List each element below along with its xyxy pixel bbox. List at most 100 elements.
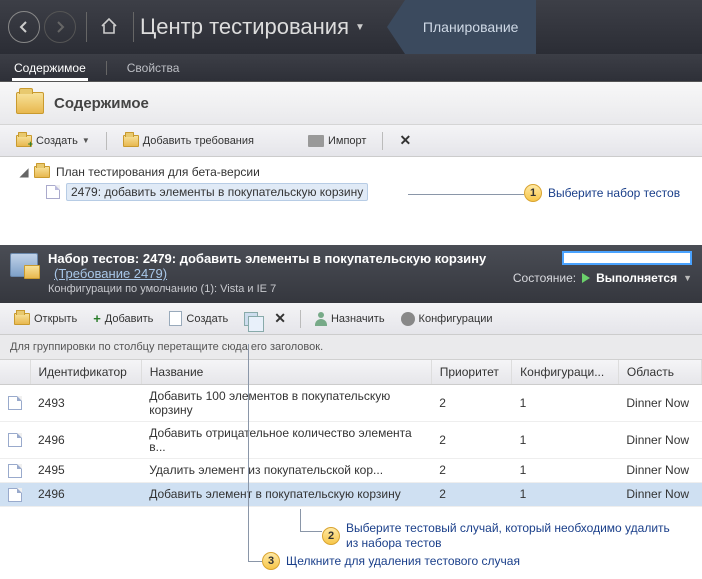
table-row[interactable]: 2496 Добавить отрицательное количество э… xyxy=(0,422,702,459)
suite-icon xyxy=(10,253,38,277)
callout-1: 1 Выберите набор тестов xyxy=(524,184,680,202)
divider xyxy=(86,12,87,42)
cell-id: 2496 xyxy=(30,482,141,506)
subtab-properties[interactable]: Свойства xyxy=(125,55,182,81)
subtab-contents[interactable]: Содержимое xyxy=(12,55,88,81)
test-case-icon xyxy=(8,433,22,447)
cell-area: Dinner Now xyxy=(618,482,701,506)
col-name[interactable]: Название xyxy=(141,360,431,385)
cell-config: 1 xyxy=(512,459,619,483)
col-icon[interactable] xyxy=(0,360,30,385)
cell-area: Dinner Now xyxy=(618,422,701,459)
suite-title: Набор тестов: 2479: добавить элементы в … xyxy=(48,251,503,281)
folder-icon xyxy=(16,92,44,114)
dropdown-icon: ▼ xyxy=(355,22,365,33)
add-requirement-button[interactable]: Добавить требования xyxy=(117,132,260,150)
subtab-properties-label: Свойства xyxy=(127,61,180,75)
assign-label: Назначить xyxy=(331,313,385,325)
import-button[interactable]: Импорт xyxy=(302,132,372,150)
folder-plus-icon xyxy=(16,135,32,147)
cell-name: Добавить отрицательное количество элемен… xyxy=(141,422,431,459)
cell-priority: 2 xyxy=(431,385,511,422)
callout-line xyxy=(408,194,524,195)
callout-2-text: Выберите тестовый случай, который необхо… xyxy=(346,521,676,551)
expander-icon[interactable]: ◢ xyxy=(18,165,30,179)
home-icon[interactable] xyxy=(99,16,119,39)
cell-id: 2495 xyxy=(30,459,141,483)
delete-button[interactable]: ✕ xyxy=(393,129,417,152)
callout-3-text: Щелкните для удаления тестового случая xyxy=(286,554,520,568)
book-icon xyxy=(308,135,324,147)
cell-config: 1 xyxy=(512,385,619,422)
nav-back-button[interactable] xyxy=(8,11,40,43)
callout-3: 3 Щелкните для удаления тестового случая xyxy=(262,552,520,570)
cell-area: Dinner Now xyxy=(618,385,701,422)
copy-button[interactable] xyxy=(238,309,264,329)
callout-2: 2 Выберите тестовый случай, который необ… xyxy=(322,521,676,551)
config-label: Конфигурации xyxy=(419,313,493,325)
copy-icon xyxy=(244,312,258,326)
separator xyxy=(300,310,301,328)
content-title-bar: Содержимое xyxy=(0,82,702,125)
folder-icon xyxy=(123,135,139,147)
add-button[interactable]: + Добавить xyxy=(87,308,159,329)
folder-icon xyxy=(34,166,50,178)
group-hint: Для группировки по столбцу перетащите сю… xyxy=(0,335,702,360)
cell-config: 1 xyxy=(512,422,619,459)
assign-button[interactable]: Назначить xyxy=(309,309,391,329)
create-label: Создать xyxy=(36,135,78,147)
requirement-link[interactable]: (Требование 2479) xyxy=(54,266,167,281)
delete-test-button[interactable]: ✕ xyxy=(268,307,292,330)
tree-root-label: План тестирования для бета-версии xyxy=(56,165,260,179)
sub-tab-bar: Содержимое Свойства xyxy=(0,54,702,82)
add-req-label: Добавить требования xyxy=(143,135,254,147)
col-priority[interactable]: Приоритет xyxy=(431,360,511,385)
app-header: Центр тестирования ▼ Планирование xyxy=(0,0,702,54)
separator xyxy=(106,132,107,150)
state-label: Состояние: xyxy=(513,271,576,285)
tree-root-row[interactable]: ◢ План тестирования для бета-версии xyxy=(18,163,684,181)
tree-child-label: 2479: добавить элементы в покупательскую… xyxy=(66,183,368,201)
delete-icon: ✕ xyxy=(399,132,411,149)
import-label: Импорт xyxy=(328,135,366,147)
create-test-button[interactable]: Создать xyxy=(163,308,234,329)
open-button[interactable]: Открыть xyxy=(8,310,83,328)
test-case-icon xyxy=(8,464,22,478)
cell-id: 2493 xyxy=(30,385,141,422)
play-icon xyxy=(582,273,590,283)
callout-1-badge: 1 xyxy=(524,184,542,202)
cell-priority: 2 xyxy=(431,459,511,483)
progress-bar xyxy=(562,251,692,265)
cell-name: Удалить элемент из покупательской кор... xyxy=(141,459,431,483)
create-test-label: Создать xyxy=(186,313,228,325)
table-row-selected[interactable]: 2496 Добавить элемент в покупательскую к… xyxy=(0,482,702,506)
doc-icon xyxy=(169,311,182,326)
table-row[interactable]: 2493 Добавить 100 элементов в покупатель… xyxy=(0,385,702,422)
table-header-row: Идентификатор Название Приоритет Конфигу… xyxy=(0,360,702,385)
callout-line xyxy=(248,344,249,561)
col-config[interactable]: Конфигураци... xyxy=(512,360,619,385)
create-button[interactable]: Создать ▼ xyxy=(10,132,96,150)
configurations-button[interactable]: Конфигурации xyxy=(395,309,499,329)
separator xyxy=(382,132,383,150)
suite-config-text: Конфигурации по умолчанию (1): Vista и I… xyxy=(48,283,503,295)
tab-planning-label: Планирование xyxy=(423,19,519,35)
cell-priority: 2 xyxy=(431,422,511,459)
state-selector[interactable]: Состояние: Выполняется ▼ xyxy=(513,271,692,285)
tab-planning[interactable]: Планирование xyxy=(405,0,537,54)
divider xyxy=(133,12,134,42)
nav-forward-button[interactable] xyxy=(44,11,76,43)
app-title-dropdown[interactable]: Центр тестирования ▼ xyxy=(140,14,365,40)
add-label: Добавить xyxy=(105,313,154,325)
cell-name: Добавить элемент в покупательскую корзин… xyxy=(141,482,431,506)
callout-1-text: Выберите набор тестов xyxy=(548,186,680,200)
col-area[interactable]: Область xyxy=(618,360,701,385)
callout-line xyxy=(300,509,301,531)
col-id[interactable]: Идентификатор xyxy=(30,360,141,385)
cell-id: 2496 xyxy=(30,422,141,459)
app-title-text: Центр тестирования xyxy=(140,14,349,40)
callout-line xyxy=(248,561,262,562)
table-row[interactable]: 2495 Удалить элемент из покупательской к… xyxy=(0,459,702,483)
suite-title-text: Набор тестов: 2479: добавить элементы в … xyxy=(48,251,486,266)
suite-header: Набор тестов: 2479: добавить элементы в … xyxy=(0,245,702,303)
